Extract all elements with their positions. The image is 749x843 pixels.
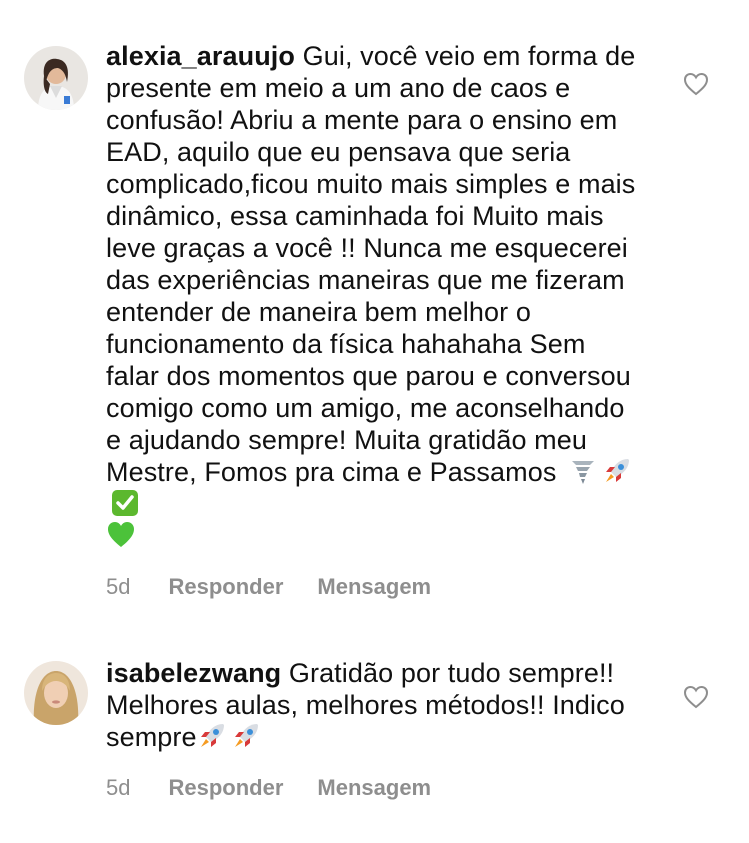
message-button[interactable]: Mensagem [317,574,431,600]
rocket-icon [231,721,261,751]
rocket-icon [602,456,632,486]
comment-body: alexia_arauujo Gui, você veio em forma d… [106,40,646,600]
avatar[interactable] [24,661,88,725]
green-heart-icon [106,520,136,550]
message-button[interactable]: Mensagem [317,775,431,801]
rocket-icon [197,721,227,751]
comment-meta: 5d Responder Mensagem [106,775,646,801]
comment-body: isabelezwang Gratidão por tudo sempre!! … [106,657,646,801]
tornado-icon [568,456,598,486]
reply-button[interactable]: Responder [168,775,283,801]
comment-username[interactable]: alexia_arauujo [106,41,295,71]
comment-username[interactable]: isabelezwang [106,658,281,688]
like-heart-icon[interactable] [683,72,709,96]
reply-button[interactable]: Responder [168,574,283,600]
like-heart-icon[interactable] [683,685,709,709]
comment-text-block: alexia_arauujo Gui, você veio em forma d… [106,40,646,552]
comment-meta: 5d Responder Mensagem [106,574,646,600]
comment-text: Gui, você veio em forma de presente em m… [106,41,636,487]
check-mark-button-icon [110,488,140,518]
comment-time: 5d [106,574,131,599]
avatar[interactable] [24,46,88,110]
comment-text-block: isabelezwang Gratidão por tudo sempre!! … [106,657,646,753]
comment-time: 5d [106,775,131,800]
